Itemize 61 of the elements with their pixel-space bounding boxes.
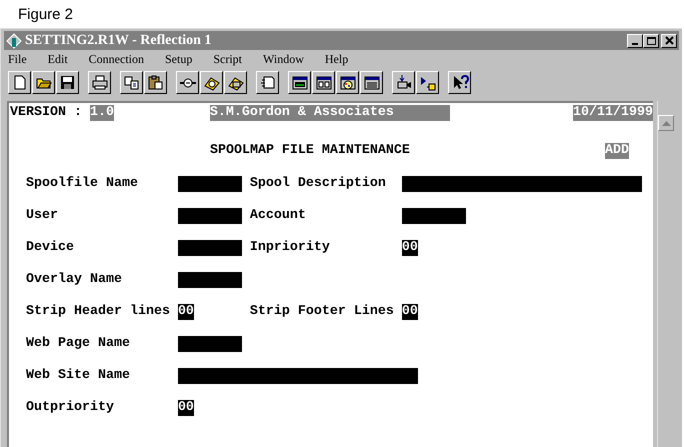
- field-label: Device: [26, 240, 75, 256]
- figure-caption: Figure 2: [18, 6, 74, 22]
- field-label: Overlay Name: [26, 272, 123, 288]
- version-value: 1.0: [90, 105, 114, 121]
- input-field[interactable]: [178, 240, 242, 256]
- input-field[interactable]: 00: [402, 304, 418, 320]
- field-label: Account: [250, 208, 307, 224]
- maximize-button[interactable]: [643, 34, 659, 48]
- input-field[interactable]: 00: [178, 400, 194, 416]
- menu-item[interactable]: Connection: [88, 52, 144, 66]
- new-document-icon[interactable]: [8, 70, 31, 94]
- input-field[interactable]: [178, 336, 242, 352]
- app-icon: [6, 32, 22, 48]
- close-icon: [664, 36, 674, 45]
- document-icon[interactable]: [256, 70, 279, 94]
- input-field[interactable]: 00: [178, 304, 194, 320]
- keyboard-window-icon[interactable]: [360, 70, 383, 94]
- caret-up-icon: [662, 120, 670, 126]
- menu-item[interactable]: Window: [263, 52, 304, 66]
- window-title: SETTING2.R1W - Reflection 1: [25, 32, 212, 48]
- menu-item[interactable]: Help: [324, 52, 348, 66]
- date-value: 10/11/1999: [573, 105, 653, 121]
- field-label: Web Page Name: [26, 336, 131, 352]
- screen-title: SPOOLMAP FILE MAINTENANCE: [210, 143, 410, 159]
- camera-icon[interactable]: [392, 70, 415, 94]
- input-field[interactable]: 00: [402, 240, 418, 256]
- minimize-button[interactable]: [627, 34, 643, 48]
- field-label: Inpriority: [250, 240, 331, 256]
- input-field[interactable]: [402, 208, 466, 224]
- company-name: S.M.Gordon & Associates: [210, 105, 450, 121]
- close-button[interactable]: [661, 34, 677, 48]
- folder-icon[interactable]: [32, 70, 55, 94]
- transfer-icon[interactable]: [416, 70, 439, 94]
- input-field[interactable]: [178, 208, 242, 224]
- field-label: Spoolfile Name: [26, 176, 139, 192]
- mode-indicator: ADD: [605, 143, 629, 159]
- printer-icon[interactable]: [88, 70, 111, 94]
- input-field[interactable]: [178, 272, 242, 288]
- help-pointer-icon[interactable]: [448, 70, 471, 94]
- minimize-icon: [632, 42, 638, 44]
- paste-icon[interactable]: [144, 70, 167, 94]
- input-field[interactable]: [178, 176, 242, 192]
- field-label: Strip Header lines: [26, 304, 171, 320]
- input-field[interactable]: [178, 368, 418, 384]
- field-label: Spool Description: [250, 176, 387, 192]
- field-label: Outpriority: [26, 400, 115, 416]
- window-icon[interactable]: [312, 70, 335, 94]
- scroll-up-button[interactable]: [658, 115, 674, 131]
- menu-item[interactable]: File: [8, 52, 27, 66]
- field-label: Strip Footer Lines: [250, 304, 395, 320]
- field-label: User: [26, 208, 59, 224]
- input-field[interactable]: [402, 176, 642, 192]
- version-label: VERSION :: [10, 105, 83, 121]
- menu-item[interactable]: Edit: [48, 52, 68, 66]
- terminal-window-icon[interactable]: [288, 70, 311, 94]
- field-label: Web Site Name: [26, 368, 131, 384]
- palette-icon[interactable]: [336, 70, 359, 94]
- maximize-icon: [646, 36, 656, 44]
- menu-item[interactable]: Script: [213, 52, 242, 66]
- copy-icon[interactable]: [120, 70, 143, 94]
- menu-item[interactable]: Setup: [165, 52, 192, 66]
